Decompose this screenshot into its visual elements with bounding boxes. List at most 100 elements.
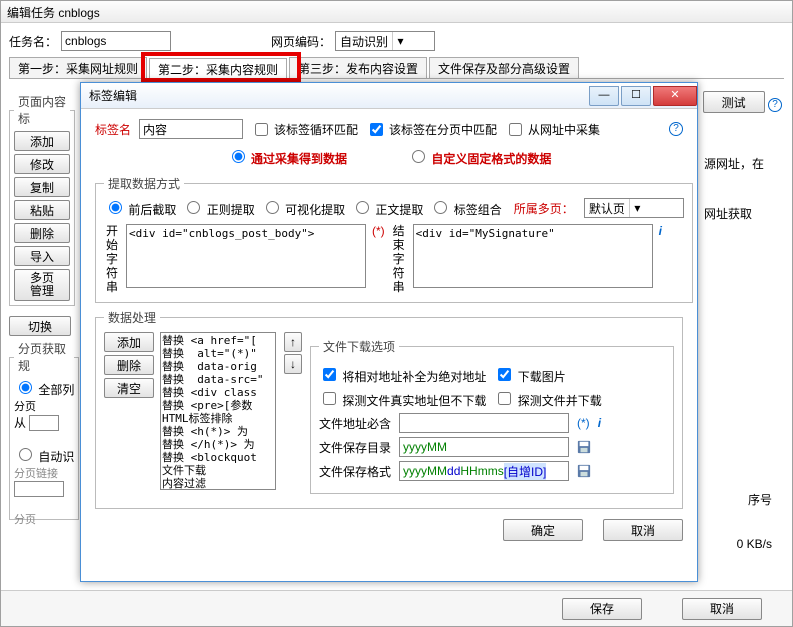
- radio-custom-label[interactable]: 自定义固定格式的数据: [407, 147, 551, 167]
- encoding-value: 自动识别: [336, 33, 392, 50]
- btn-add[interactable]: 添加: [14, 131, 70, 151]
- help-icon[interactable]: ?: [768, 98, 782, 112]
- chk-abs[interactable]: [323, 368, 336, 381]
- panel2-legend: 分页获取规: [14, 340, 74, 374]
- radio-collect[interactable]: [232, 150, 245, 163]
- tab-step2[interactable]: 第二步：采集内容规则: [149, 58, 287, 79]
- radio-auto-label[interactable]: 自动识: [14, 450, 74, 464]
- tab-advanced[interactable]: 文件保存及部分高级设置: [429, 57, 579, 78]
- chk-loop[interactable]: [255, 123, 268, 136]
- btn-import[interactable]: 导入: [14, 246, 70, 266]
- tab-step1[interactable]: 第一步：采集网址规则: [9, 57, 147, 78]
- chevron-down-icon[interactable]: ▾: [392, 32, 408, 50]
- chk-page[interactable]: [370, 123, 383, 136]
- fdir-input[interactable]: yyyyMM: [399, 437, 569, 457]
- end-textarea[interactable]: <div id="MySignature": [413, 224, 653, 288]
- main-footer: 保存 取消: [1, 590, 792, 626]
- info-icon[interactable]: i: [598, 416, 601, 430]
- extract-legend: 提取数据方式: [104, 175, 184, 192]
- btn-switch[interactable]: 切换: [9, 316, 71, 336]
- dp-clear[interactable]: 清空: [104, 378, 154, 398]
- btn-copy[interactable]: 复制: [14, 177, 70, 197]
- main-title-bar: 编辑任务 cnblogs: [1, 1, 792, 23]
- btn-multi[interactable]: 多页管理: [14, 269, 70, 301]
- test-button[interactable]: 测试: [703, 91, 765, 113]
- dl-legend: 文件下载选项: [319, 338, 399, 355]
- main-save-button[interactable]: 保存: [562, 598, 642, 620]
- btn-delete[interactable]: 删除: [14, 223, 70, 243]
- encoding-select[interactable]: 自动识别 ▾: [335, 31, 435, 51]
- chk-probe[interactable]: [323, 392, 336, 405]
- chk-img[interactable]: [498, 368, 511, 381]
- help-icon[interactable]: ?: [669, 122, 683, 136]
- dp-del[interactable]: 删除: [104, 355, 154, 375]
- tab-step3[interactable]: 第三步：发布内容设置: [289, 57, 427, 78]
- dp-add[interactable]: 添加: [104, 332, 154, 352]
- dp-listbox[interactable]: 替换 <a href="[ 替换 alt="(*)" 替换 data-orig …: [160, 332, 276, 490]
- download-fieldset: 文件下载选项 将相对地址补全为绝对地址 下载图片 探测文件真实地址但不下载 探测…: [310, 338, 674, 494]
- modal-title-bar: 标签编辑 — ☐ ✕: [81, 83, 697, 109]
- modal-cancel-button[interactable]: 取消: [603, 519, 683, 541]
- speed-label: 0 KB/s: [737, 537, 772, 551]
- encoding-label: 网页编码：: [271, 33, 331, 50]
- seq-label: 序号: [748, 491, 772, 508]
- data-process-fieldset: 数据处理 添加 删除 清空 替换 <a href="[ 替换 alt="(*)"…: [95, 309, 683, 509]
- radio-all[interactable]: [19, 381, 32, 394]
- radio-body[interactable]: [356, 201, 369, 214]
- from-input[interactable]: [29, 415, 59, 431]
- paging-link-label: 分页链接: [14, 468, 58, 480]
- btn-edit[interactable]: 修改: [14, 154, 70, 174]
- tag-editor-dialog: 标签编辑 — ☐ ✕ 标签名 该标签循环匹配 该标签在分页中匹配 从网址中采集 …: [80, 82, 698, 582]
- main-cancel-button[interactable]: 取消: [682, 598, 762, 620]
- star-link[interactable]: (*): [577, 416, 590, 430]
- step-tabs: 第一步：采集网址规则 第二步：采集内容规则 第三步：发布内容设置 文件保存及部分…: [9, 57, 784, 79]
- radio-combo[interactable]: [434, 201, 447, 214]
- ffmt-label: 文件保存格式: [319, 463, 391, 480]
- close-icon[interactable]: ✕: [653, 86, 697, 106]
- radio-auto[interactable]: [19, 448, 32, 461]
- label-name-input[interactable]: [139, 119, 243, 139]
- main-title: 编辑任务 cnblogs: [7, 6, 100, 20]
- chk-loop-label[interactable]: 该标签循环匹配: [274, 121, 358, 138]
- belong-select[interactable]: 默认页 ▾: [584, 198, 684, 218]
- start-caption: 开始字符串: [104, 224, 120, 294]
- ffmt-input[interactable]: yyyyMMddHHmms[自增ID]: [399, 461, 569, 481]
- radio-custom[interactable]: [412, 150, 425, 163]
- paging-link-box: [14, 481, 64, 497]
- info-text1: 源网址，在: [704, 155, 782, 172]
- maximize-icon[interactable]: ☐: [621, 86, 651, 106]
- paging-label: 分页: [14, 401, 36, 413]
- dp-legend: 数据处理: [104, 309, 160, 326]
- radio-all-label[interactable]: 全部列: [14, 383, 74, 397]
- chk-probe-dl[interactable]: [498, 392, 511, 405]
- disk-icon[interactable]: [577, 440, 591, 454]
- fmust-label: 文件地址必含: [319, 415, 391, 432]
- fdir-label: 文件保存目录: [319, 439, 391, 456]
- chk-page-label[interactable]: 该标签在分页中匹配: [389, 121, 497, 138]
- radio-collect-label[interactable]: 通过采集得到数据: [227, 147, 347, 167]
- chk-url-label[interactable]: 从网址中采集: [528, 121, 600, 138]
- end-caption: 结束字符串: [391, 224, 407, 294]
- chk-url[interactable]: [509, 123, 522, 136]
- radio-visual[interactable]: [266, 201, 279, 214]
- arrow-down-icon[interactable]: ↓: [284, 354, 302, 374]
- minimize-icon[interactable]: —: [589, 86, 619, 106]
- disk-icon[interactable]: [577, 464, 591, 478]
- ok-button[interactable]: 确定: [503, 519, 583, 541]
- radio-regex[interactable]: [187, 201, 200, 214]
- chevron-down-icon[interactable]: ▾: [629, 199, 645, 217]
- from-label: 从: [14, 416, 26, 430]
- radio-trim[interactable]: [109, 201, 122, 214]
- extract-fieldset: 提取数据方式 前后截取 正则提取 可视化提取 正文提取 标签组合 所属多页： 默…: [95, 175, 693, 303]
- fmust-input[interactable]: [399, 413, 569, 433]
- star-icon: (*): [372, 224, 385, 238]
- btn-paste[interactable]: 粘贴: [14, 200, 70, 220]
- paging-col-label: 分页: [14, 514, 36, 526]
- task-name-input[interactable]: [61, 31, 171, 51]
- modal-title: 标签编辑: [89, 87, 137, 104]
- arrow-up-icon[interactable]: ↑: [284, 332, 302, 352]
- start-textarea[interactable]: <div id="cnblogs_post_body">: [126, 224, 366, 288]
- info-icon[interactable]: i: [659, 224, 662, 238]
- panel1-legend: 页面内容标: [14, 93, 70, 127]
- belong-value: 默认页: [585, 200, 629, 217]
